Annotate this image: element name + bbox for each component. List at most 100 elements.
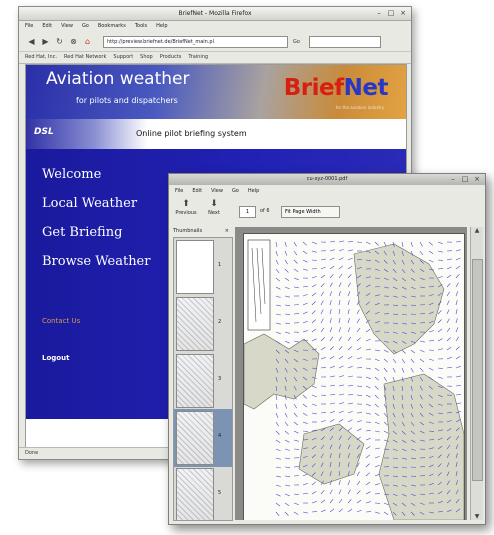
wind-barb [338,291,341,297]
wind-barb [302,403,308,408]
menu-bookmarks[interactable]: Bookmarks [98,21,126,32]
wind-barb [365,481,371,486]
close-icon[interactable]: × [399,9,407,17]
minimize-icon[interactable]: – [375,9,383,17]
scroll-down-icon[interactable]: ▼ [471,513,483,520]
vertical-scrollbar[interactable]: ▲ ▼ [470,227,483,520]
menu-tools[interactable]: Tools [135,21,147,32]
wind-barb [455,327,459,333]
url-input[interactable]: http://preview.briefnet.de/BriefNet_main… [103,35,288,48]
viewer-menu-view[interactable]: View [211,186,223,196]
wind-barb [446,356,452,360]
wind-barb [419,358,425,363]
thumbnails-header: Thumbnails × [173,227,231,236]
scroll-up-icon[interactable]: ▲ [471,227,483,234]
menu-go[interactable]: Go [82,21,89,32]
thumbnail-item-selected[interactable]: 4 [174,409,232,467]
wind-barb [356,385,363,387]
wind-barb [410,241,413,247]
wind-barb [275,250,278,256]
wind-barb [419,349,425,353]
wind-barb [374,241,379,246]
wind-barb [302,311,308,315]
reload-icon[interactable]: ↻ [55,37,64,46]
maximize-icon[interactable]: □ [461,175,469,183]
viewer-menu-go[interactable]: Go [232,186,239,196]
wind-barb [374,447,380,450]
previous-button[interactable]: ⬆ Previous [173,199,199,216]
wind-barb [347,241,354,243]
menu-edit[interactable]: Edit [42,21,52,32]
thumbnail-panel[interactable]: 1 2 3 4 5 [173,237,233,521]
forward-icon[interactable]: ▶ [41,37,50,46]
wind-barb [437,348,443,351]
wind-barb [275,304,281,307]
bookmark-item[interactable]: Training [188,52,208,63]
wind-barb [374,358,380,362]
logout-link[interactable]: Logout [42,354,69,362]
nav-browse-weather[interactable]: Browse Weather [42,254,150,269]
wind-barb [437,338,443,342]
wind-barb [374,493,381,495]
wind-barb [338,355,344,360]
wind-barb [374,349,380,352]
thumbnail-item[interactable]: 1 [174,238,232,296]
menu-help[interactable]: Help [156,21,167,32]
zoom-select[interactable]: Fit Page Width [281,206,340,218]
nav-welcome[interactable]: Welcome [42,167,101,182]
viewer-menu-edit[interactable]: Edit [192,186,202,196]
wind-barb [347,274,352,279]
wind-barb [293,493,299,495]
wind-barb [284,493,290,497]
wind-barb [419,340,425,343]
wind-barb [302,320,308,324]
nav-local-weather[interactable]: Local Weather [42,196,137,211]
wind-barb [293,502,299,505]
weather-map-image [243,239,465,520]
stop-icon[interactable]: ⊗ [69,37,78,46]
thumbnail-item[interactable]: 5 [174,466,232,520]
thumbnail-item[interactable]: 2 [174,295,232,353]
wind-barb [275,511,280,516]
maximize-icon[interactable]: □ [387,9,395,17]
viewer-menu-file[interactable]: File [175,186,183,196]
back-icon[interactable]: ◀ [27,37,36,46]
page-number-input[interactable]: 1 [239,206,256,218]
wind-barb [293,268,299,272]
home-icon[interactable]: ⌂ [83,37,92,46]
thumbnail-item[interactable]: 3 [174,352,232,410]
wind-barb [329,499,334,504]
go-button[interactable]: Go [293,39,300,45]
next-button[interactable]: ⬇ Next [201,199,227,216]
wind-barb [293,475,300,477]
wind-barb [338,257,344,261]
bookmark-item[interactable]: Red Hat Network [64,52,106,63]
bookmark-item[interactable]: Products [160,52,182,63]
menu-view[interactable]: View [61,21,73,32]
document-view[interactable] [235,227,467,520]
wind-barb [311,292,317,297]
bookmark-item[interactable]: Shop [140,52,153,63]
bookmark-item[interactable]: Support [113,52,133,63]
wind-barb [275,322,281,325]
minimize-icon[interactable]: – [449,175,457,183]
wind-barb [275,331,281,335]
nav-get-briefing[interactable]: Get Briefing [42,225,122,240]
wind-barb [284,511,289,516]
wind-barb [311,310,316,315]
wind-barb [302,302,308,306]
wind-barb [293,439,299,442]
dsl-logo: DSL [34,127,54,137]
wind-barb [284,313,291,315]
bookmarks-toolbar: Red Hat, Inc. Red Hat Network Support Sh… [19,51,411,64]
scroll-thumb[interactable] [472,259,483,481]
contact-us-link[interactable]: Contact Us [42,317,80,325]
close-icon[interactable]: × [225,227,229,236]
menu-file[interactable]: File [25,21,33,32]
viewer-menu-help[interactable]: Help [248,186,259,196]
search-input[interactable] [308,35,381,48]
bookmark-item[interactable]: Red Hat, Inc. [25,52,57,63]
wind-barb [311,241,317,245]
close-icon[interactable]: × [473,175,481,183]
wind-barb [446,347,452,351]
